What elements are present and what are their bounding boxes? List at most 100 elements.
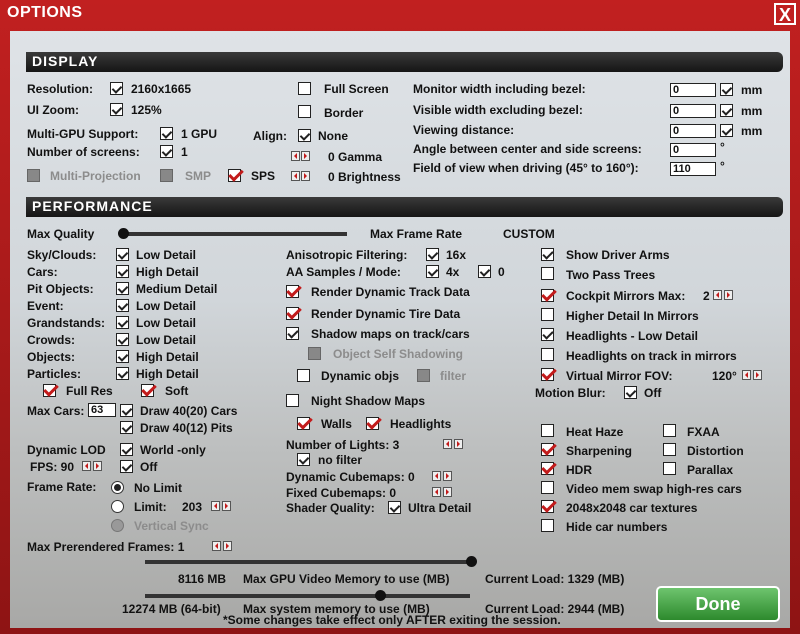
gamma-increase-button[interactable] <box>301 151 310 161</box>
sps-checkbox[interactable] <box>228 169 241 182</box>
fps-off-dropdown[interactable] <box>120 460 133 473</box>
two-pass-trees-checkbox[interactable] <box>541 267 554 280</box>
lights-increase-button[interactable] <box>454 439 463 449</box>
align-dropdown[interactable] <box>298 129 311 142</box>
cockpit-mirrors-label: Cockpit Mirrors Max: <box>566 289 686 303</box>
full-res-checkbox[interactable] <box>43 384 56 397</box>
gpu-memory-slider-knob[interactable] <box>466 556 477 567</box>
viewing-distance-input[interactable]: 0 <box>670 124 716 138</box>
event-dropdown[interactable] <box>116 299 129 312</box>
heat-haze-checkbox[interactable] <box>541 424 554 437</box>
soft-checkbox[interactable] <box>141 384 154 397</box>
close-button[interactable]: X <box>774 3 796 25</box>
resolution-dropdown[interactable] <box>110 82 123 95</box>
viewing-distance-label: Viewing distance: <box>413 123 515 137</box>
fixed-cubemaps-decrease-button[interactable] <box>432 487 441 497</box>
motion-blur-dropdown[interactable] <box>624 386 637 399</box>
video-swap-checkbox[interactable] <box>541 481 554 494</box>
max-cars-input[interactable]: 63 <box>88 403 116 417</box>
fixed-cubemaps-increase-button[interactable] <box>443 487 452 497</box>
fps-decrease-button[interactable] <box>82 461 91 471</box>
shadow-maps-checkbox[interactable] <box>286 327 299 340</box>
draw-cars-dropdown[interactable] <box>120 404 133 417</box>
event-value: Low Detail <box>136 299 197 313</box>
dyn-cubemaps-decrease-button[interactable] <box>432 471 441 481</box>
no-filter-dropdown[interactable] <box>297 453 310 466</box>
draw-pits-dropdown[interactable] <box>120 421 133 434</box>
aniso-dropdown[interactable] <box>426 248 439 261</box>
brightness-decrease-button[interactable] <box>291 171 300 181</box>
multigpu-dropdown[interactable] <box>160 127 173 140</box>
headlights-checkbox[interactable] <box>366 417 379 430</box>
sky-clouds-dropdown[interactable] <box>116 248 129 261</box>
particles-dropdown[interactable] <box>116 367 129 380</box>
grandstands-dropdown[interactable] <box>116 316 129 329</box>
night-shadow-checkbox[interactable] <box>286 394 299 407</box>
cockpit-max-increase-button[interactable] <box>724 290 733 300</box>
max-cars-label: Max Cars: <box>27 404 85 418</box>
aa-mode-dropdown[interactable] <box>478 265 491 278</box>
hide-numbers-checkbox[interactable] <box>541 519 554 532</box>
fps-increase-button[interactable] <box>93 461 102 471</box>
brightness-increase-button[interactable] <box>301 171 310 181</box>
dyn-cubemaps-increase-button[interactable] <box>443 471 452 481</box>
fxaa-checkbox[interactable] <box>663 424 676 437</box>
visible-width-input[interactable]: 0 <box>670 104 716 118</box>
pit-objects-dropdown[interactable] <box>116 282 129 295</box>
fullscreen-label: Full Screen <box>324 82 389 96</box>
no-filter-value: no filter <box>318 453 362 467</box>
vm-fov-decrease-button[interactable] <box>742 370 751 380</box>
hdr-checkbox[interactable] <box>541 462 554 475</box>
crowds-dropdown[interactable] <box>116 333 129 346</box>
fov-unit: ° <box>720 159 725 173</box>
render-tire-checkbox[interactable] <box>286 307 299 320</box>
gpu-memory-slider-track[interactable] <box>145 560 470 564</box>
limit-decrease-button[interactable] <box>211 501 220 511</box>
cockpit-max-decrease-button[interactable] <box>713 290 722 300</box>
aa-dropdown[interactable] <box>426 265 439 278</box>
border-checkbox[interactable] <box>298 105 311 118</box>
system-memory-slider-knob[interactable] <box>375 590 386 601</box>
prerendered-increase-button[interactable] <box>223 541 232 551</box>
walls-checkbox[interactable] <box>297 417 310 430</box>
parallax-checkbox[interactable] <box>663 462 676 475</box>
vm-fov-increase-button[interactable] <box>753 370 762 380</box>
monitor-width-unit-dropdown[interactable] <box>720 83 733 96</box>
gamma-decrease-button[interactable] <box>291 151 300 161</box>
cars-dropdown[interactable] <box>116 265 129 278</box>
dynamic-objs-checkbox[interactable] <box>297 369 310 382</box>
lights-decrease-button[interactable] <box>443 439 452 449</box>
prerendered-decrease-button[interactable] <box>212 541 221 551</box>
screens-dropdown[interactable] <box>160 145 173 158</box>
uizoom-dropdown[interactable] <box>110 103 123 116</box>
quality-slider-track[interactable] <box>122 232 347 236</box>
dynamic-lod-dropdown[interactable] <box>120 443 133 456</box>
virtual-mirror-checkbox[interactable] <box>541 368 554 381</box>
limit-radio[interactable] <box>111 500 124 513</box>
limit-increase-button[interactable] <box>222 501 231 511</box>
object-self-shadowing-label: Object Self Shadowing <box>333 347 464 361</box>
visible-width-unit-dropdown[interactable] <box>720 104 733 117</box>
shader-quality-value: Ultra Detail <box>408 501 472 515</box>
cockpit-mirrors-checkbox[interactable] <box>541 289 554 302</box>
higher-detail-checkbox[interactable] <box>541 308 554 321</box>
angle-input[interactable]: 0 <box>670 143 716 157</box>
system-memory-slider-track[interactable] <box>145 594 470 598</box>
render-track-checkbox[interactable] <box>286 285 299 298</box>
objects-dropdown[interactable] <box>116 350 129 363</box>
done-button[interactable]: Done <box>656 586 780 622</box>
sharpening-checkbox[interactable] <box>541 443 554 456</box>
show-arms-checkbox[interactable] <box>541 248 554 261</box>
headlights-track-checkbox[interactable] <box>541 348 554 361</box>
quality-slider-knob[interactable] <box>118 228 129 239</box>
distortion-checkbox[interactable] <box>663 443 676 456</box>
monitor-width-input[interactable]: 0 <box>670 83 716 97</box>
no-limit-radio[interactable] <box>111 481 124 494</box>
shader-quality-dropdown[interactable] <box>388 501 401 514</box>
fov-input[interactable]: 110 <box>670 162 716 176</box>
viewing-distance-unit-dropdown[interactable] <box>720 124 733 137</box>
textures-checkbox[interactable] <box>541 500 554 513</box>
fxaa-label: FXAA <box>687 425 720 439</box>
headlights-low-checkbox[interactable] <box>541 328 554 341</box>
fullscreen-checkbox[interactable] <box>298 82 311 95</box>
